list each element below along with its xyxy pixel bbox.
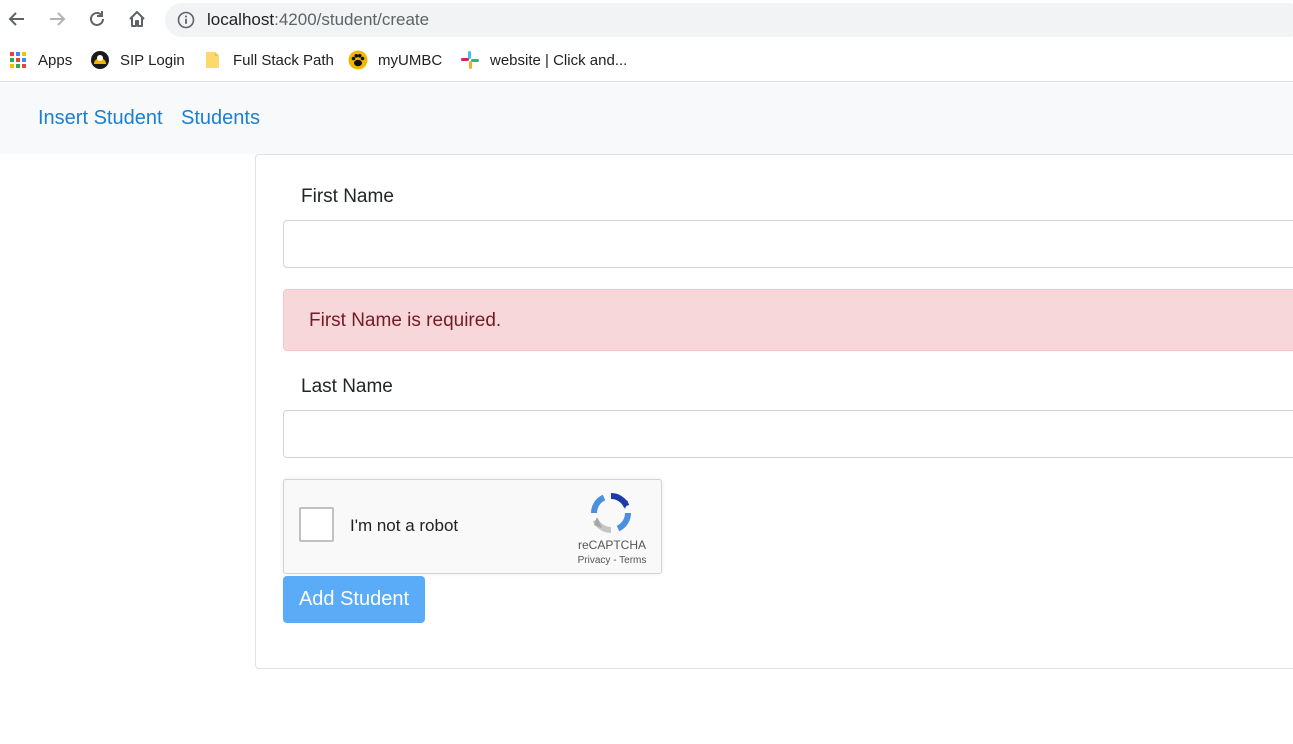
recaptcha-widget: I'm not a robot reCAPTCHA Privacy - Term… bbox=[283, 479, 662, 574]
forward-arrow-icon bbox=[50, 12, 66, 26]
url-host: localhost bbox=[207, 10, 275, 29]
back-button[interactable] bbox=[4, 6, 30, 32]
first-name-error-alert: First Name is required. bbox=[283, 289, 1293, 351]
reload-icon bbox=[90, 11, 104, 26]
folder-icon bbox=[206, 52, 219, 68]
last-name-label: Last Name bbox=[301, 376, 393, 397]
recaptcha-terms-link[interactable]: Terms bbox=[619, 555, 646, 566]
info-icon[interactable] bbox=[177, 11, 195, 29]
recaptcha-privacy-link[interactable]: Privacy bbox=[578, 555, 611, 566]
bookmark-label: Full Stack Path bbox=[233, 51, 334, 69]
bookmark-label: SIP Login bbox=[120, 51, 185, 69]
bookmark-myumbc[interactable]: myUMBC bbox=[348, 49, 442, 71]
bookmark-label: website | Click and... bbox=[490, 51, 628, 69]
bookmark-label: myUMBC bbox=[378, 51, 443, 69]
nav-link-insert-student[interactable]: Insert Student bbox=[38, 107, 163, 130]
url-path: :4200/student/create bbox=[274, 10, 430, 29]
recaptcha-link-separator: - bbox=[610, 555, 620, 566]
last-name-input[interactable] bbox=[283, 410, 1293, 458]
add-student-button[interactable]: Add Student bbox=[283, 576, 425, 623]
first-name-label: First Name bbox=[301, 186, 394, 207]
address-bar[interactable]: localhost:4200/student/create bbox=[165, 3, 1293, 37]
browser-toolbar: localhost:4200/student/create bbox=[0, 0, 1293, 40]
bookmark-label: Apps bbox=[38, 51, 73, 69]
paw-icon bbox=[348, 50, 368, 70]
nav-link-students[interactable]: Students bbox=[181, 107, 260, 130]
sip-login-icon bbox=[91, 51, 109, 69]
home-button[interactable] bbox=[124, 6, 150, 32]
forward-button[interactable] bbox=[44, 6, 70, 32]
reload-button[interactable] bbox=[84, 6, 110, 32]
app-navbar: Insert Student Students bbox=[0, 83, 1293, 154]
home-icon bbox=[129, 11, 145, 27]
url-text: localhost:4200/student/create bbox=[207, 3, 429, 37]
recaptcha-logo-icon bbox=[591, 493, 631, 533]
student-form-card: First Name First Name is required. Last … bbox=[255, 154, 1293, 669]
recaptcha-checkbox[interactable] bbox=[299, 507, 334, 542]
first-name-input[interactable] bbox=[283, 220, 1293, 268]
recaptcha-label: I'm not a robot bbox=[350, 516, 459, 535]
slack-icon bbox=[461, 51, 479, 69]
bookmarks-bar: Apps SIP Login Full Stack Path myUMBC we… bbox=[0, 40, 1293, 82]
bookmark-apps[interactable]: Apps bbox=[8, 49, 72, 71]
bookmark-full-stack-path[interactable]: Full Stack Path bbox=[203, 49, 334, 71]
recaptcha-links: Privacy - Terms bbox=[564, 555, 660, 566]
error-message: First Name is required. bbox=[309, 310, 502, 331]
bookmark-sip-login[interactable]: SIP Login bbox=[90, 49, 185, 71]
apps-grid-icon bbox=[10, 52, 26, 68]
bookmark-website[interactable]: website | Click and... bbox=[460, 49, 627, 71]
recaptcha-brand: reCAPTCHA bbox=[577, 538, 646, 552]
back-arrow-icon bbox=[8, 12, 24, 26]
